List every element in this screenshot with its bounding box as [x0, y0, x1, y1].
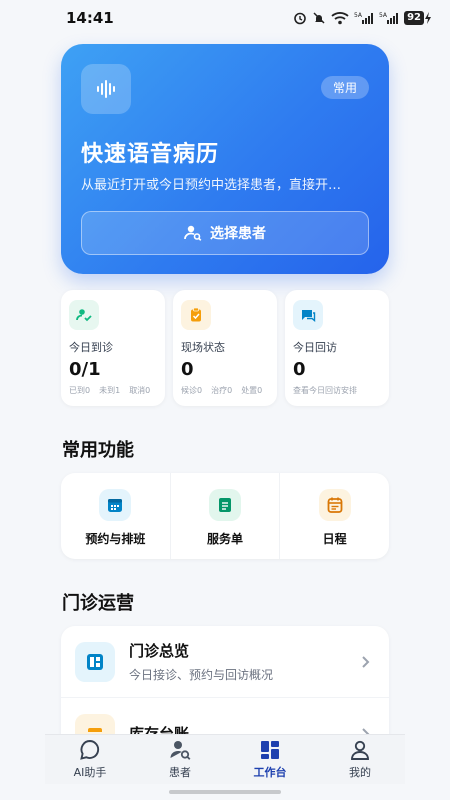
stat-card-onsite[interactable]: 现场状态 0 候诊0 治疗0 处置0	[173, 290, 277, 406]
mute-icon	[313, 12, 325, 24]
battery-indicator: 92	[404, 11, 432, 25]
stat-sub-item: 治疗0	[211, 386, 233, 395]
status-icons: 5A 5A 92	[293, 11, 432, 25]
tab-label: 工作台	[253, 766, 287, 779]
calendar-icon	[99, 489, 132, 521]
hero-subtitle: 从最近打开或今日预约中选择患者，直接开…	[81, 178, 342, 193]
features-section-title: 常用功能	[62, 440, 134, 461]
status-bar: 14:41 5A 5A 92	[0, 0, 450, 36]
tab-ai-assistant[interactable]: AI助手	[45, 735, 135, 784]
ops-item-title: 门诊总览	[129, 642, 190, 660]
select-patient-button[interactable]: 选择患者	[81, 211, 369, 255]
svg-text:5A: 5A	[354, 12, 363, 19]
ops-item-desc: 今日接诊、预约与回访概况	[129, 668, 274, 682]
battery-level: 92	[404, 11, 424, 25]
stat-sub-item: 已到0	[69, 386, 91, 395]
stat-label: 今日到诊	[69, 341, 113, 354]
chevron-right-icon	[362, 655, 370, 668]
patient-search-icon	[170, 741, 191, 760]
patient-search-icon	[184, 225, 202, 241]
ops-section-title: 门诊运营	[62, 593, 134, 614]
feature-label: 服务单	[207, 532, 244, 546]
stat-card-followups[interactable]: 今日回访 0 查看今日回访安排	[285, 290, 389, 406]
stat-sub: 已到0 未到1 取消0	[69, 385, 157, 396]
dashboard-icon	[75, 641, 115, 682]
quick-voice-record-card[interactable]: 常用 快速语音病历 从最近打开或今日预约中选择患者，直接开… 选择患者	[61, 44, 389, 274]
stat-value: 0	[293, 359, 306, 380]
chat-bubble-icon	[80, 740, 100, 760]
alarm-icon	[294, 12, 306, 25]
tab-label: AI助手	[73, 766, 107, 779]
tab-workbench[interactable]: 工作台	[225, 735, 315, 784]
home-indicator[interactable]	[169, 790, 281, 794]
stat-sub-item: 处置0	[241, 386, 263, 395]
select-patient-label: 选择患者	[210, 226, 266, 242]
feature-service-orders[interactable]: 服务单	[169, 473, 280, 559]
clipboard-icon	[181, 300, 211, 330]
stat-card-arrivals[interactable]: 今日到诊 0/1 已到0 未到1 取消0	[61, 290, 165, 406]
profile-icon	[351, 740, 369, 760]
stat-sub-item: 未到1	[99, 386, 121, 395]
signal-5g-icon-2: 5A	[379, 12, 399, 24]
wifi-icon	[331, 12, 349, 25]
tab-profile[interactable]: 我的	[315, 735, 405, 784]
stat-sub-item: 候诊0	[181, 386, 203, 395]
svg-text:5A: 5A	[379, 12, 388, 19]
charging-icon	[425, 12, 431, 24]
feature-label: 日程	[322, 532, 347, 546]
schedule-icon	[318, 489, 351, 521]
voice-wave-icon	[81, 64, 131, 114]
stat-sub-item: 取消0	[129, 386, 151, 395]
hero-title: 快速语音病历	[81, 142, 220, 167]
chat-icon	[293, 300, 323, 330]
tab-label: 我的	[349, 766, 371, 779]
tab-label: 患者	[169, 766, 191, 779]
stat-value: 0	[181, 359, 194, 380]
stat-sub-item: 查看今日回访安排	[293, 386, 357, 395]
stat-sub: 候诊0 治疗0 处置0	[181, 385, 269, 396]
features-grid: 预约与排班 服务单 日程	[61, 473, 389, 559]
feature-label: 预约与排班	[85, 532, 146, 546]
common-badge: 常用	[320, 76, 369, 99]
feature-appointments[interactable]: 预约与排班	[61, 473, 170, 559]
stat-label: 今日回访	[293, 341, 337, 354]
tab-patients[interactable]: 患者	[135, 735, 225, 784]
ops-item-overview[interactable]: 门诊总览 今日接诊、预约与回访概况	[61, 626, 389, 698]
status-time: 14:41	[66, 9, 114, 27]
document-icon	[209, 489, 241, 521]
bottom-tab-bar: AI助手 患者 工作台 我的	[45, 734, 405, 784]
stat-label: 现场状态	[181, 341, 225, 354]
workbench-grid-icon	[261, 741, 279, 759]
stat-value: 0/1	[69, 359, 101, 380]
stat-sub: 查看今日回访安排	[293, 385, 381, 396]
user-check-icon	[69, 300, 99, 330]
feature-schedule[interactable]: 日程	[279, 473, 389, 559]
signal-5g-icon: 5A	[354, 12, 374, 24]
